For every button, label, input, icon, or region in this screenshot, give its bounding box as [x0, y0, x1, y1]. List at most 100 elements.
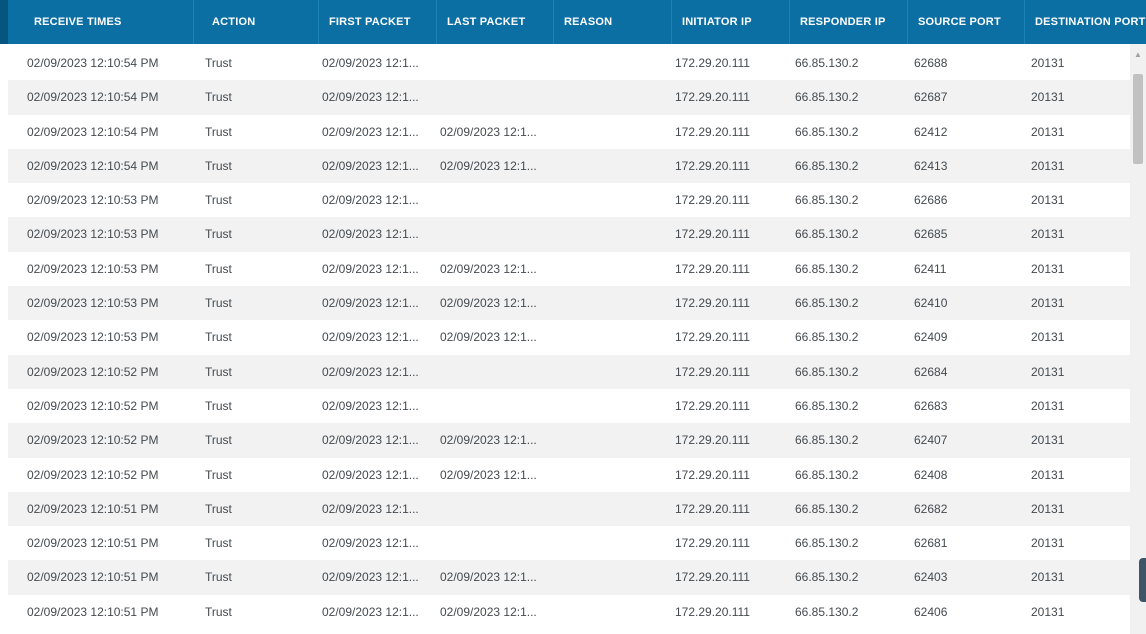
cell-initiator-ip: 172.29.20.111	[675, 536, 750, 551]
table-row[interactable]: 02/09/2023 12:10:52 PM Trust 02/09/2023 12…	[8, 354, 1130, 389]
table-row[interactable]: 02/09/2023 12:10:54 PM Trust 02/09/2023 12…	[8, 46, 1130, 81]
cell-reason	[557, 560, 667, 594]
cell-receive-time: 02/09/2023 12:10:53 PM	[27, 261, 159, 276]
cell-reason	[557, 320, 667, 354]
table-row[interactable]: 02/09/2023 12:10:53 PM Trust 02/09/2023 12…	[8, 320, 1130, 355]
cell-source-port: 62412	[914, 124, 948, 139]
table-row[interactable]: 02/09/2023 12:10:53 PM Trust 02/09/2023 12…	[8, 183, 1130, 218]
cell-destination-port: 20131	[1031, 570, 1065, 585]
side-panel-tab[interactable]	[1139, 558, 1146, 602]
cell-responder-ip: 66.85.130.2	[795, 296, 859, 311]
cell-receive-time: 02/09/2023 12:10:53 PM	[27, 296, 159, 311]
column-header-last-packet[interactable]: LAST PACKET	[437, 0, 554, 44]
cell-initiator-ip: 172.29.20.111	[675, 124, 750, 139]
cell-last-packet	[440, 46, 552, 80]
cell-last-packet	[440, 492, 552, 526]
vertical-scrollbar[interactable]: ▲	[1130, 44, 1146, 634]
cell-receive-time: 02/09/2023 12:10:53 PM	[27, 330, 159, 345]
cell-responder-ip: 66.85.130.2	[795, 158, 859, 173]
cell-last-packet	[440, 183, 552, 217]
cell-initiator-ip: 172.29.20.111	[675, 56, 750, 70]
cell-action: Trust	[205, 501, 232, 516]
column-header-source-port[interactable]: SOURCE PORT	[908, 0, 1025, 44]
cell-destination-port: 20131	[1031, 330, 1065, 345]
table-row[interactable]: 02/09/2023 12:10:53 PM Trust 02/09/2023 12…	[8, 286, 1130, 321]
column-header-responder-ip[interactable]: RESPONDER IP	[790, 0, 908, 44]
table-row[interactable]: 02/09/2023 12:10:53 PM Trust 02/09/2023 12…	[8, 251, 1130, 287]
cell-first-packet: 02/09/2023 12:1...	[322, 296, 419, 311]
cell-initiator-ip: 172.29.20.111	[675, 296, 750, 311]
cell-receive-time: 02/09/2023 12:10:51 PM	[27, 501, 159, 516]
cell-reason	[557, 115, 667, 149]
table-row[interactable]: 02/09/2023 12:10:52 PM Trust 02/09/2023 12…	[8, 388, 1130, 424]
cell-action: Trust	[205, 158, 232, 173]
cell-first-packet: 02/09/2023 12:1...	[322, 398, 419, 413]
column-header-receive-times[interactable]: RECEIVE TIMES	[24, 0, 194, 44]
cell-receive-time: 02/09/2023 12:10:53 PM	[27, 227, 159, 242]
cell-source-port: 62688	[914, 56, 948, 70]
table-row[interactable]: 02/09/2023 12:10:53 PM Trust 02/09/2023 12…	[8, 217, 1130, 252]
cell-responder-ip: 66.85.130.2	[795, 536, 859, 551]
cell-reason	[557, 252, 667, 286]
cell-reason	[557, 46, 667, 80]
cell-responder-ip: 66.85.130.2	[795, 398, 859, 413]
cell-source-port: 62682	[914, 501, 948, 516]
cell-first-packet: 02/09/2023 12:1...	[322, 90, 419, 105]
cell-source-port: 62408	[914, 467, 948, 482]
column-header-first-packet[interactable]: FIRST PACKET	[319, 0, 437, 44]
cell-source-port: 62403	[914, 570, 948, 585]
table-header: RECEIVE TIMES ACTION FIRST PACKET LAST P…	[0, 0, 1146, 44]
cell-action: Trust	[205, 261, 232, 276]
cell-responder-ip: 66.85.130.2	[795, 364, 859, 379]
cell-destination-port: 20131	[1031, 604, 1065, 619]
column-header-initiator-ip[interactable]: INITIATOR IP	[672, 0, 790, 44]
cell-responder-ip: 66.85.130.2	[795, 604, 859, 619]
scrollbar-thumb[interactable]	[1133, 74, 1143, 164]
table-row[interactable]: 02/09/2023 12:10:52 PM Trust 02/09/2023 12…	[8, 423, 1130, 458]
cell-last-packet: 02/09/2023 12:1...	[440, 261, 537, 276]
cell-initiator-ip: 172.29.20.111	[675, 467, 750, 482]
cell-receive-time: 02/09/2023 12:10:54 PM	[27, 90, 159, 105]
cell-responder-ip: 66.85.130.2	[795, 193, 859, 208]
column-header-destination-port[interactable]: DESTINATION PORT	[1025, 0, 1146, 44]
cell-receive-time: 02/09/2023 12:10:54 PM	[27, 56, 159, 70]
cell-reason	[557, 595, 667, 629]
column-header-reason[interactable]: REASON	[554, 0, 672, 44]
cell-first-packet: 02/09/2023 12:1...	[322, 56, 419, 70]
cell-responder-ip: 66.85.130.2	[795, 330, 859, 345]
cell-source-port: 62685	[914, 227, 948, 242]
cell-last-packet: 02/09/2023 12:1...	[440, 570, 537, 585]
cell-responder-ip: 66.85.130.2	[795, 467, 859, 482]
cell-reason	[557, 458, 667, 492]
cell-reason	[557, 217, 667, 251]
chevron-up-icon[interactable]: ▲	[1130, 50, 1146, 60]
cell-first-packet: 02/09/2023 12:1...	[322, 604, 419, 619]
cell-destination-port: 20131	[1031, 261, 1065, 276]
cell-responder-ip: 66.85.130.2	[795, 227, 859, 242]
cell-source-port: 62687	[914, 90, 948, 105]
cell-action: Trust	[205, 398, 232, 413]
cell-receive-time: 02/09/2023 12:10:53 PM	[27, 193, 159, 208]
table-row[interactable]: 02/09/2023 12:10:51 PM Trust 02/09/2023 12…	[8, 594, 1130, 630]
cell-destination-port: 20131	[1031, 536, 1065, 551]
cell-destination-port: 20131	[1031, 90, 1065, 105]
table-row[interactable]: 02/09/2023 12:10:54 PM Trust 02/09/2023 12…	[8, 114, 1130, 149]
cell-destination-port: 20131	[1031, 296, 1065, 311]
cell-source-port: 62409	[914, 330, 948, 345]
cell-initiator-ip: 172.29.20.111	[675, 501, 750, 516]
cell-last-packet: 02/09/2023 12:1...	[440, 296, 537, 311]
table-row[interactable]: 02/09/2023 12:10:54 PM Trust 02/09/2023 12…	[8, 80, 1130, 115]
table-row[interactable]: 02/09/2023 12:10:52 PM Trust 02/09/2023 12…	[8, 457, 1130, 492]
cell-responder-ip: 66.85.130.2	[795, 433, 859, 448]
cell-source-port: 62681	[914, 536, 948, 551]
table-row[interactable]: 02/09/2023 12:10:54 PM Trust 02/09/2023 12…	[8, 148, 1130, 184]
table-row[interactable]: 02/09/2023 12:10:51 PM Trust 02/09/2023 12…	[8, 560, 1130, 595]
cell-destination-port: 20131	[1031, 433, 1065, 448]
header-accent	[0, 0, 8, 44]
column-header-action[interactable]: ACTION	[202, 0, 319, 44]
cell-reason	[557, 355, 667, 389]
cell-last-packet: 02/09/2023 12:1...	[440, 467, 537, 482]
table-row[interactable]: 02/09/2023 12:10:51 PM Trust 02/09/2023 12…	[8, 526, 1130, 561]
table-row[interactable]: 02/09/2023 12:10:51 PM Trust 02/09/2023 12…	[8, 491, 1130, 527]
cell-action: Trust	[205, 330, 232, 345]
